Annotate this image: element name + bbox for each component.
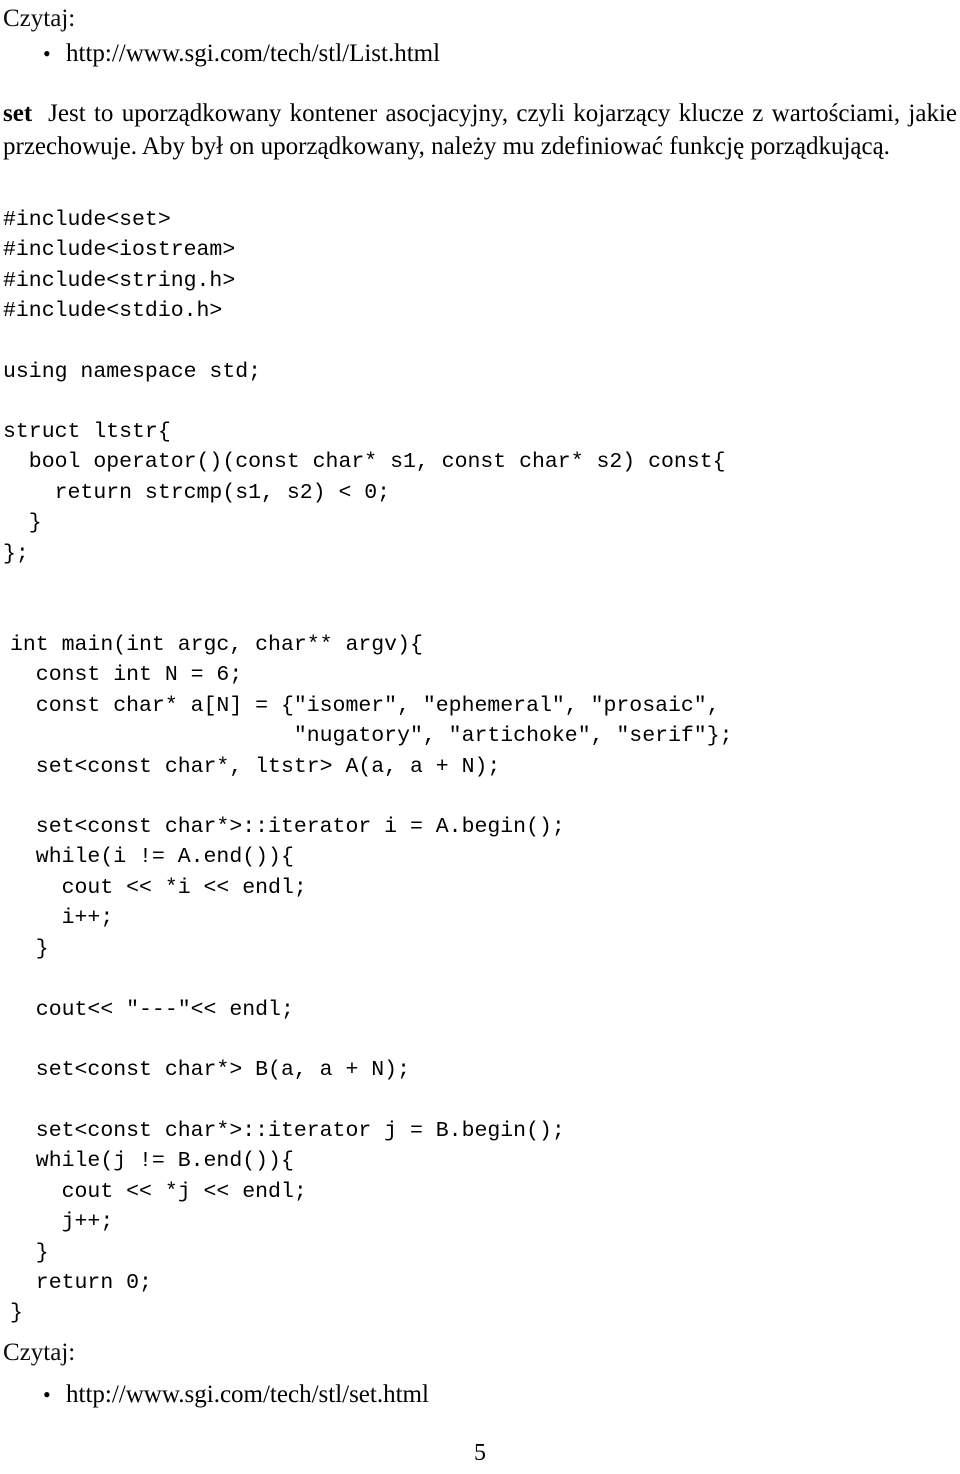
code-includes: #include<set> #include<iostream> #includ… [3,208,236,324]
definition-paragraph: set Jest to uporządkowany kontener asocja… [3,97,957,163]
code-separator-print: cout<< "---"<< endl; [10,998,294,1022]
list-item: • http://www.sgi.com/tech/stl/List.html [40,37,440,70]
code-iterate-a: set<const char*>::iterator i = A.begin()… [35,815,565,961]
code-using-namespace: using namespace std; [3,360,262,384]
bullet-icon: • [43,41,51,66]
read-label-top: Czytaj: [3,5,76,32]
code-struct-ltstr: struct ltstr{ bool operator()(const char… [3,420,726,566]
code-main-head: int main(int argc, char** argv){ const i… [10,633,733,779]
definition-term: set [3,100,33,127]
reference-list-bottom: • http://www.sgi.com/tech/stl/set.html [40,1378,429,1411]
list-item: • http://www.sgi.com/tech/stl/set.html [40,1378,429,1411]
definition-text: Jest to uporządkowany kontener asocjacyj… [3,100,957,160]
reference-link-list[interactable]: http://www.sgi.com/tech/stl/List.html [66,40,440,67]
code-declare-b: set<const char*> B(a, a + N); [10,1058,410,1082]
reference-link-set[interactable]: http://www.sgi.com/tech/stl/set.html [66,1381,429,1408]
document-page: Czytaj: • http://www.sgi.com/tech/stl/Li… [0,0,960,1474]
read-label-bottom: Czytaj: [3,1339,76,1366]
code-iterate-b: set<const char*>::iterator j = B.begin()… [10,1119,565,1326]
bullet-icon: • [43,1382,51,1407]
page-number: 5 [474,1440,486,1466]
reference-list-top: • http://www.sgi.com/tech/stl/List.html [40,37,440,70]
